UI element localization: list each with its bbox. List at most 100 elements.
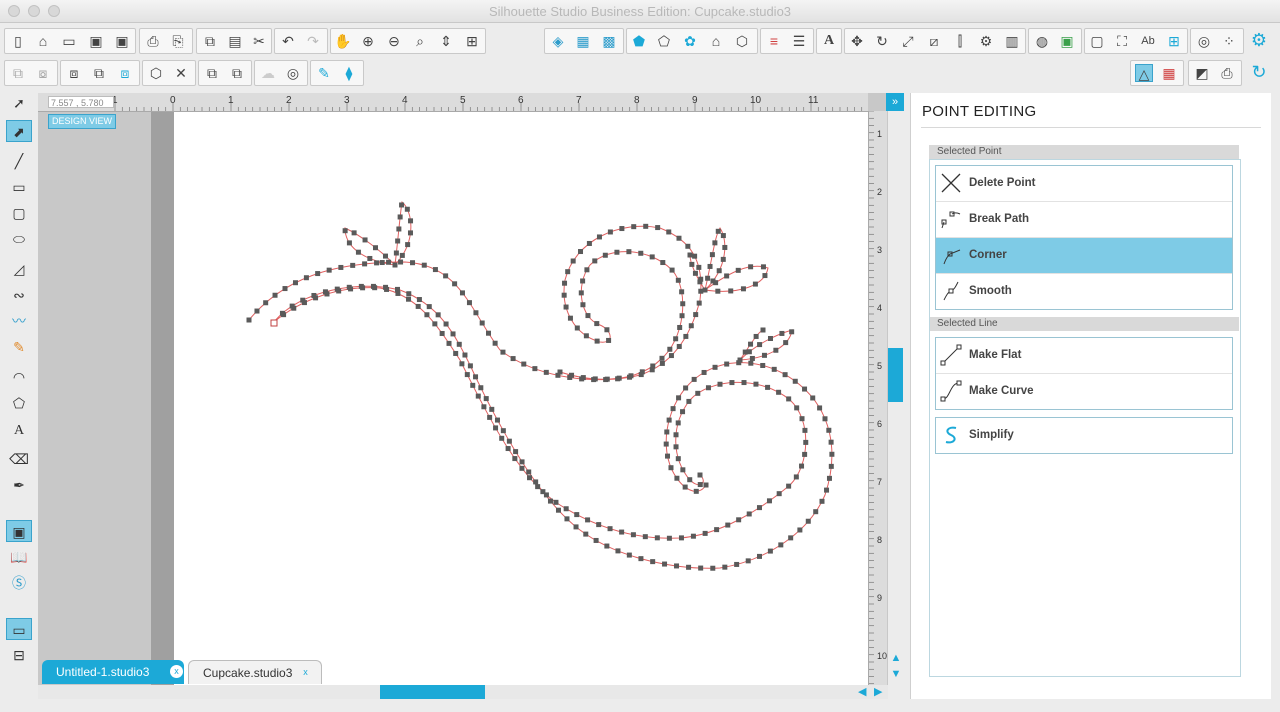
path-node[interactable] [714, 527, 720, 533]
fill-color-icon[interactable]: ◈ [549, 32, 567, 50]
text-to-path-icon[interactable]: Ab [1139, 32, 1157, 50]
path-node[interactable] [741, 380, 747, 386]
paste-icon[interactable]: ▤ [226, 32, 244, 50]
path-node[interactable] [687, 477, 693, 483]
trace-mode-icon[interactable]: ▦ [1160, 64, 1178, 82]
path-node[interactable] [292, 280, 298, 286]
move-icon[interactable]: ✥ [848, 32, 866, 50]
path-node[interactable] [619, 529, 625, 535]
path-node[interactable] [799, 463, 805, 469]
path-node[interactable] [705, 385, 711, 391]
path-node[interactable] [519, 465, 525, 471]
path-node[interactable] [702, 287, 708, 293]
path-node[interactable] [604, 376, 610, 382]
path-node[interactable] [592, 376, 598, 382]
zoom-out-icon[interactable]: ⊖ [385, 32, 403, 50]
regular-polygon-icon[interactable]: ⬠ [6, 392, 32, 414]
path-node[interactable] [410, 260, 416, 266]
path-node[interactable] [500, 349, 506, 355]
path-node[interactable] [673, 432, 679, 438]
path-node[interactable] [697, 472, 703, 478]
path-node[interactable] [765, 384, 771, 390]
knife-tool-left-icon[interactable]: ✒ [6, 474, 32, 496]
path-node[interactable] [778, 542, 784, 548]
path-node[interactable] [799, 416, 805, 422]
path-node[interactable] [724, 273, 730, 279]
path-node[interactable] [346, 284, 352, 290]
cut-settings-icon[interactable]: ◩ [1193, 64, 1211, 82]
path-node[interactable] [676, 395, 682, 401]
path-node[interactable] [712, 240, 718, 246]
path-node[interactable] [685, 243, 691, 249]
path-node[interactable] [756, 553, 762, 559]
path-node[interactable] [698, 565, 704, 571]
path-node[interactable] [604, 543, 610, 549]
path-node[interactable] [367, 255, 373, 261]
path-node[interactable] [813, 509, 819, 515]
path-node[interactable] [725, 522, 731, 528]
path-node[interactable] [697, 482, 703, 488]
path-node[interactable] [767, 335, 773, 341]
path-node[interactable] [691, 376, 697, 382]
path-node[interactable] [663, 441, 669, 447]
path-node[interactable] [702, 530, 708, 536]
scroll-right-icon[interactable]: ▶ [874, 685, 882, 698]
path-node[interactable] [752, 281, 758, 287]
scroll-down-icon[interactable]: ▼ [888, 668, 904, 682]
design-page-icon[interactable]: ▣ [6, 520, 32, 542]
path-node[interactable] [619, 226, 625, 232]
path-node[interactable] [473, 310, 479, 316]
path-node[interactable] [398, 259, 404, 265]
path-node[interactable] [674, 563, 680, 569]
path-node[interactable] [802, 427, 808, 433]
path-node[interactable] [643, 223, 649, 229]
selected-node[interactable] [270, 319, 278, 327]
path-node[interactable] [555, 507, 561, 513]
path-node[interactable] [456, 341, 462, 347]
path-node[interactable] [521, 361, 527, 367]
path-node[interactable] [675, 277, 681, 283]
path-node[interactable] [683, 385, 689, 391]
path-node[interactable] [478, 385, 484, 391]
path-node[interactable] [757, 342, 763, 348]
path-node[interactable] [569, 372, 575, 378]
line-color-panel-icon[interactable]: ≡ [765, 32, 783, 50]
tab-cupcake[interactable]: Cupcake.studio3 x [188, 660, 322, 684]
scale-icon[interactable]: ⤢ [899, 32, 917, 50]
path-node[interactable] [794, 405, 800, 411]
path-node[interactable] [803, 439, 809, 445]
path-node[interactable] [638, 250, 644, 256]
path-node[interactable] [683, 333, 689, 339]
save-library-icon[interactable]: ▣ [113, 32, 131, 50]
path-node[interactable] [615, 548, 621, 554]
path-node[interactable] [470, 382, 476, 388]
path-node[interactable] [392, 262, 398, 268]
path-node[interactable] [805, 518, 811, 524]
path-node[interactable] [435, 312, 441, 318]
select-bounds-icon[interactable]: ⛶ [1113, 32, 1131, 50]
path-node[interactable] [668, 465, 674, 471]
path-node[interactable] [362, 261, 368, 267]
simplify-button[interactable]: Simplify [936, 418, 1232, 453]
path-node[interactable] [824, 487, 830, 493]
path-node[interactable] [720, 256, 726, 262]
path-node[interactable] [630, 532, 636, 538]
vertical-scroll-thumb[interactable] [888, 348, 903, 402]
path-node[interactable] [500, 428, 506, 434]
send-icon[interactable]: ⎙ [1218, 64, 1236, 82]
path-node[interactable] [493, 425, 499, 431]
path-node[interactable] [673, 444, 679, 450]
panel-toggle-button[interactable]: » [886, 93, 904, 111]
path-node[interactable] [788, 535, 794, 541]
break-path-button[interactable]: Break Path [936, 202, 1232, 238]
path-node[interactable] [489, 406, 495, 412]
path-node[interactable] [535, 484, 541, 490]
fill-panel-icon[interactable]: ⬟ [630, 32, 648, 50]
path-node[interactable] [578, 290, 584, 296]
smooth-button[interactable]: Smooth [936, 274, 1232, 309]
path-node[interactable] [453, 350, 459, 356]
path-node[interactable] [666, 417, 672, 423]
smooth-freehand-icon[interactable]: ✎ [6, 336, 32, 358]
path-node[interactable] [565, 269, 571, 275]
path-node[interactable] [675, 420, 681, 426]
